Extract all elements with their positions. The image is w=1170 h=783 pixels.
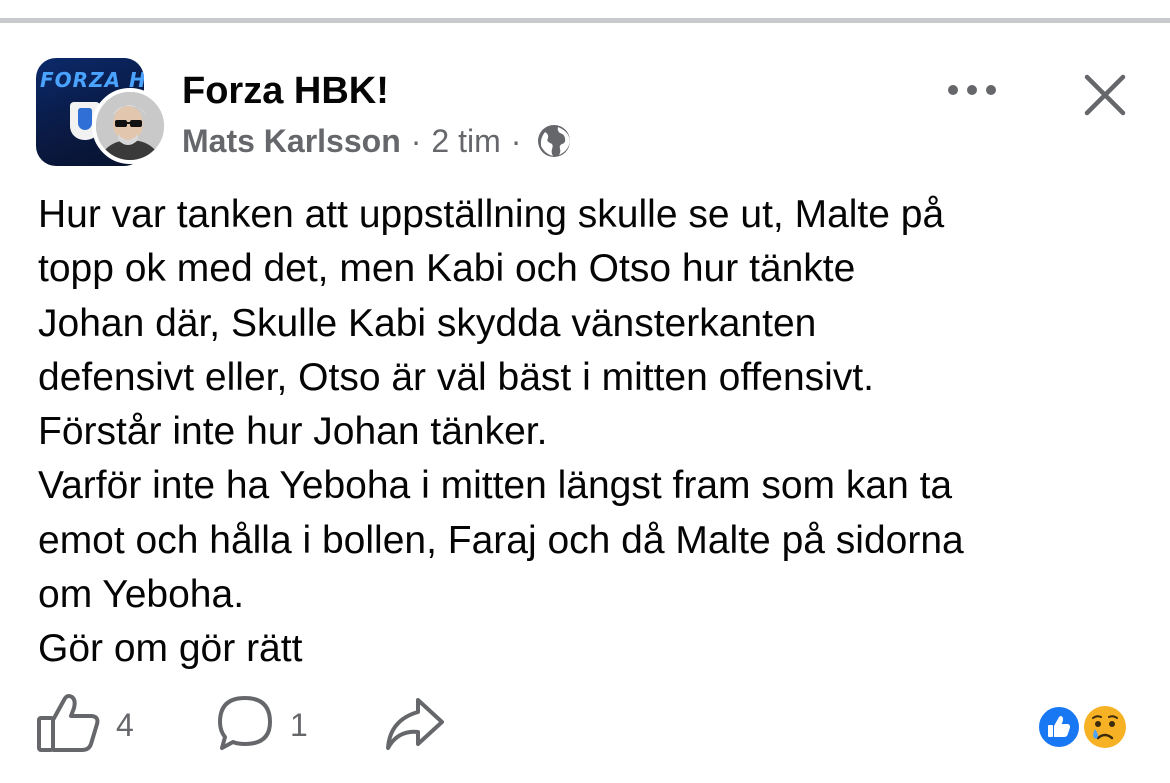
post-meta: Mats Karlsson · 2 tim ·	[182, 122, 573, 160]
post-body-line: Johan där, Skulle Kabi skydda vänsterkan…	[38, 301, 817, 345]
like-count: 4	[116, 706, 134, 743]
more-options-icon[interactable]	[948, 78, 996, 102]
post-body-line: defensivt eller, Otso är väl bäst i mitt…	[38, 355, 875, 399]
post-body-line: Förstår inte hur Johan tänker.	[38, 410, 548, 454]
post-body-line: emot och hålla i bollen, Faraj och då Ma…	[38, 518, 964, 562]
like-reaction-icon	[1036, 704, 1082, 750]
post-header: FORZA HBK Forza HBK! Mats Karlsson · 2 t…	[36, 58, 1136, 168]
post-body: Hur var tanken att uppställning skulle s…	[38, 188, 1148, 677]
post-body-line: Varför inte ha Yeboha i mitten längst fr…	[38, 464, 953, 508]
meta-separator: ·	[410, 122, 422, 159]
share-icon	[384, 692, 446, 759]
thumbs-up-icon	[36, 692, 102, 759]
author-avatar[interactable]	[92, 88, 168, 164]
like-button[interactable]: 4	[36, 690, 134, 760]
globe-icon	[535, 122, 573, 160]
top-divider	[0, 18, 1170, 23]
comment-button[interactable]: 1	[214, 690, 308, 760]
post-body-line: Gör om gör rätt	[38, 627, 303, 671]
meta-separator: ·	[510, 122, 522, 159]
group-name[interactable]: Forza HBK!	[182, 70, 389, 113]
post-time[interactable]: 2 tim	[431, 123, 500, 160]
reactions-summary[interactable]	[1034, 700, 1134, 752]
sad-reaction-icon	[1080, 702, 1130, 752]
action-bar: 4 1	[36, 690, 1146, 760]
author-name[interactable]: Mats Karlsson	[182, 123, 401, 160]
post-body-line: topp ok med det, men Kabi och Otso hur t…	[38, 247, 856, 291]
comment-icon	[214, 692, 276, 759]
close-icon[interactable]	[1082, 72, 1128, 118]
post-body-line: Hur var tanken att uppställning skulle s…	[38, 193, 945, 236]
post-body-line: om Yeboha.	[38, 573, 245, 617]
share-button[interactable]	[384, 690, 446, 760]
comment-count: 1	[290, 706, 308, 743]
